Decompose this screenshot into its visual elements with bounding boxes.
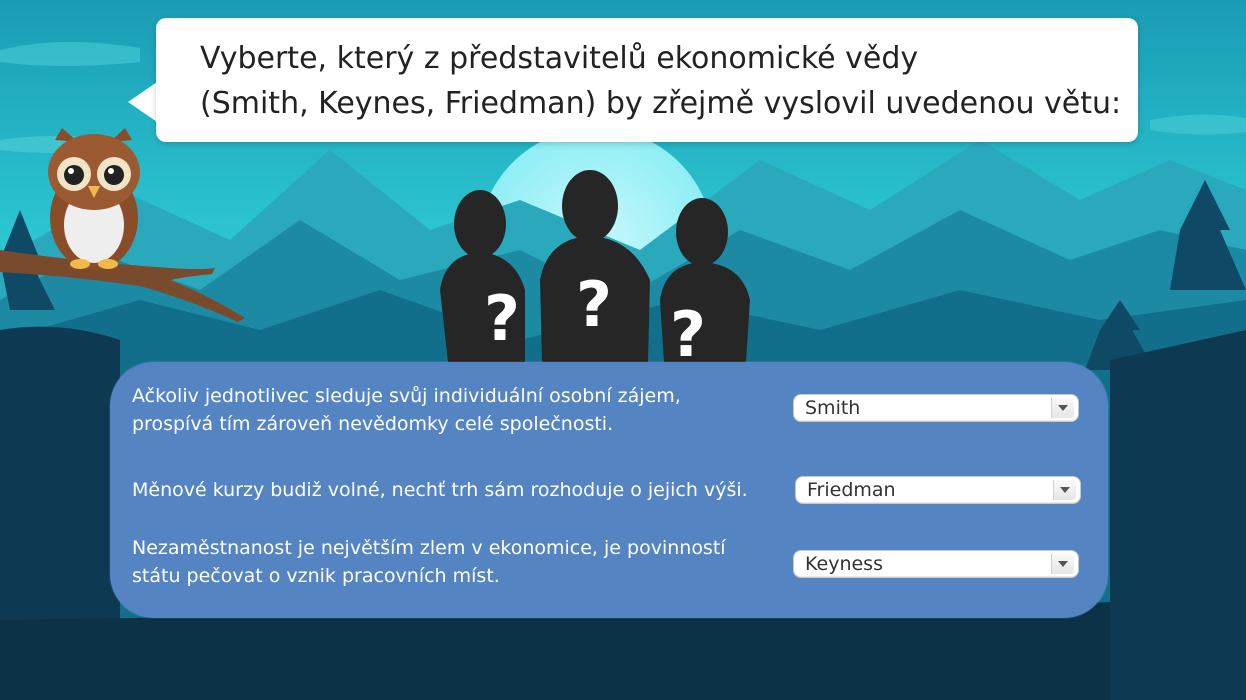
statement-3: Nezaměstnanost je největším zlem v ekono…: [132, 534, 782, 590]
question-text: Vyberte, který z představitelů ekonomick…: [200, 36, 1122, 126]
answer-select-1-value: Smith: [805, 397, 861, 419]
statement-3-line-2: státu pečovat o vznik pracovních míst.: [132, 565, 500, 587]
question-bubble: Vyberte, který z představitelů ekonomick…: [156, 18, 1138, 142]
chevron-down-icon[interactable]: [1051, 554, 1074, 574]
statement-2-line-1: Měnové kurzy budiž volné, nechť trh sám …: [132, 479, 748, 501]
answer-select-3[interactable]: Keyness: [793, 550, 1079, 578]
answer-select-1[interactable]: Smith: [793, 394, 1079, 422]
chevron-down-icon[interactable]: [1051, 398, 1074, 418]
answer-select-2[interactable]: Friedman: [795, 476, 1081, 504]
statement-1-line-1: Ačkoliv jednotlivec sleduje svůj individ…: [132, 385, 681, 407]
statement-2: Měnové kurzy budiž volné, nechť trh sám …: [132, 476, 782, 504]
question-line-2: (Smith, Keynes, Friedman) by zřejmě vysl…: [200, 86, 1122, 121]
svg-text:?: ?: [670, 298, 706, 371]
owl-icon: [48, 128, 140, 270]
statement-3-line-1: Nezaměstnanost je největším zlem v ekono…: [132, 537, 726, 559]
answers-panel: Ačkoliv jednotlivec sleduje svůj individ…: [110, 362, 1108, 618]
question-line-1: Vyberte, který z představitelů ekonomick…: [200, 41, 919, 76]
answer-select-2-value: Friedman: [807, 479, 896, 501]
statement-1: Ačkoliv jednotlivec sleduje svůj individ…: [132, 382, 782, 438]
answer-select-3-value: Keyness: [805, 553, 883, 575]
svg-text:?: ?: [484, 282, 520, 355]
chevron-down-icon[interactable]: [1053, 480, 1076, 500]
statement-1-line-2: prospívá tím zároveň nevědomky celé spol…: [132, 413, 614, 435]
svg-text:?: ?: [576, 268, 612, 341]
